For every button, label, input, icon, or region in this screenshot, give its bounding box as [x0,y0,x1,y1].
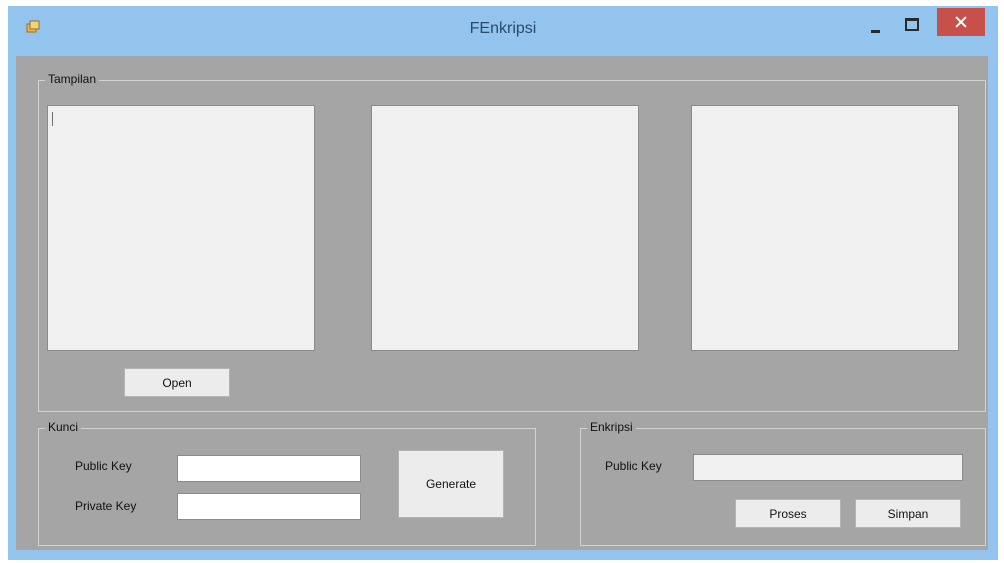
private-key-field[interactable] [177,493,361,520]
enkripsi-public-key-field[interactable] [693,454,963,481]
minimize-icon[interactable] [860,8,894,36]
open-button[interactable]: Open [124,368,230,397]
enkripsi-group: Enkripsi Public Key Proses Simpan [580,420,986,546]
original-image-box [47,105,315,351]
private-key-label: Private Key [75,499,137,513]
title-bar[interactable]: FEnkripsi [8,6,998,56]
kunci-legend: Kunci [45,420,82,434]
tampilan-legend: Tampilan [45,72,100,86]
close-icon[interactable] [937,8,985,36]
enkripsi-legend: Enkripsi [587,420,636,434]
kunci-group: Kunci Public Key Private Key Generate [38,420,536,546]
public-key-label: Public Key [75,459,132,473]
tampilan-group: Tampilan Open [38,72,986,412]
main-window: FEnkripsi Tampilan Open Kunci Public Key… [8,6,998,560]
public-key-field[interactable] [177,455,361,482]
simpan-button[interactable]: Simpan [855,499,961,528]
text-cursor [52,112,53,126]
window-title: FEnkripsi [469,20,537,37]
generate-button[interactable]: Generate [398,450,504,518]
result-image-box [691,105,959,351]
maximize-icon[interactable] [896,8,930,36]
enkripsi-public-key-label: Public Key [605,459,662,473]
proses-button[interactable]: Proses [735,499,841,528]
encrypted-image-box [371,105,639,351]
form-client-area: Tampilan Open Kunci Public Key Private K… [16,56,988,550]
